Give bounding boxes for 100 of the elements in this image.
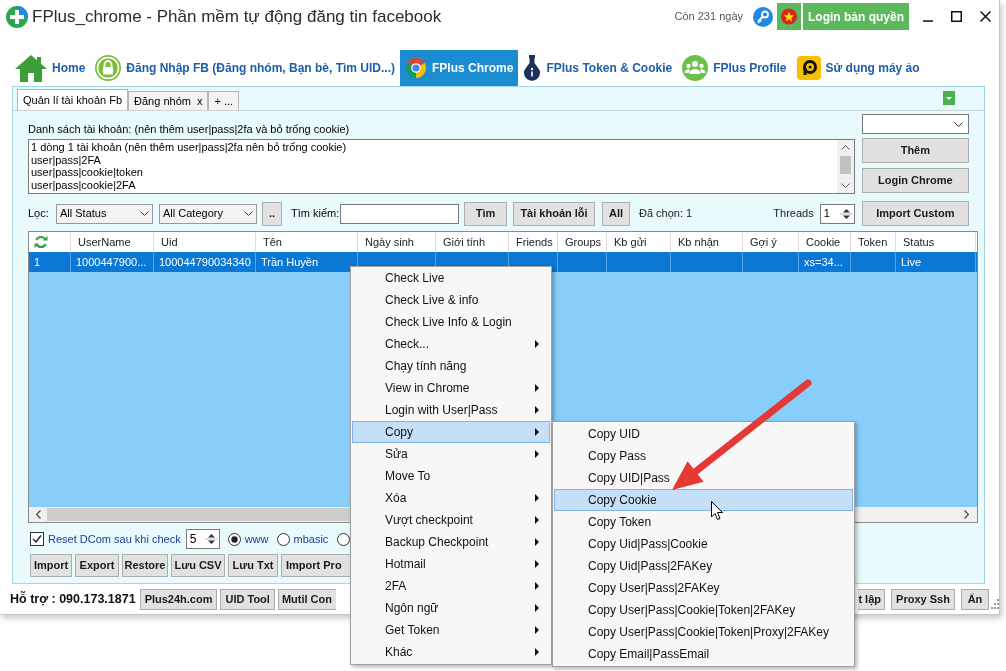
all-button[interactable]: All	[602, 201, 630, 226]
column-header[interactable]: Uid	[161, 233, 178, 251]
add-button[interactable]: Thêm	[861, 138, 969, 163]
menu-item[interactable]: Copy Token	[554, 511, 853, 533]
menu-item[interactable]: Copy Uid|Pass|2FAKey	[554, 555, 853, 577]
menu-item[interactable]: Get Token	[352, 619, 550, 641]
action-button[interactable]: Lưu Txt	[228, 554, 278, 577]
maximize-icon[interactable]	[951, 11, 962, 22]
menu-item[interactable]: Copy	[352, 421, 550, 443]
account-type-select[interactable]	[861, 114, 969, 134]
login-chrome-button[interactable]: Login Chrome	[861, 168, 969, 193]
key-icon[interactable]	[753, 6, 773, 27]
menu-item[interactable]: Ngôn ngữ	[352, 597, 550, 619]
menu-item[interactable]: Check Live & info	[352, 289, 550, 311]
footer-button[interactable]: UID Tool	[220, 589, 275, 610]
scroll-right-icon[interactable]	[964, 510, 969, 519]
action-button[interactable]: Lưu CSV	[171, 554, 225, 577]
sub-tab[interactable]: + ...	[208, 91, 240, 110]
menu-item[interactable]: Check...	[352, 333, 550, 355]
tab-list-button[interactable]	[943, 91, 955, 105]
threads-spinner[interactable]: 1	[819, 203, 855, 224]
error-accounts-button[interactable]: Tài khoản lỗi	[513, 201, 595, 226]
tab-close-text[interactable]: x	[196, 92, 203, 110]
find-button[interactable]: Tìm	[464, 201, 507, 226]
column-header[interactable]: Status	[903, 233, 935, 251]
resize-grip-icon[interactable]	[991, 598, 999, 609]
table-cell-text: 1	[34, 254, 41, 270]
scroll-left-icon[interactable]	[36, 510, 41, 519]
radio-button[interactable]	[227, 532, 241, 546]
scroll-down-icon[interactable]	[840, 183, 850, 188]
sub-tab[interactable]: Đăng nhóm x	[128, 91, 209, 110]
checkbox[interactable]	[30, 532, 44, 546]
menu-item[interactable]: Copy Cookie	[554, 489, 853, 511]
footer-button[interactable]: t lập	[858, 589, 885, 610]
main-tab[interactable]: FPlus Token & Cookie	[518, 50, 678, 86]
column-header[interactable]: Gợi ý	[750, 233, 777, 251]
menu-item[interactable]: Xóa	[352, 487, 550, 509]
menu-item[interactable]: Copy User|Pass|Cookie|Token|2FAKey	[554, 599, 853, 621]
menu-item[interactable]: Sửa	[352, 443, 550, 465]
main-tab[interactable]: Home	[10, 50, 91, 86]
sub-tab[interactable]: Quản lí tài khoản Fb	[17, 89, 129, 110]
menu-item[interactable]: Login with User|Pass	[352, 399, 550, 421]
menu-item[interactable]: 2FA	[352, 575, 550, 597]
footer-button[interactable]: Mutil Con	[277, 589, 336, 610]
column-header[interactable]: Ngày sinh	[365, 233, 414, 251]
footer-button[interactable]: Ẩn	[961, 589, 989, 610]
star-badge-icon[interactable]	[777, 3, 801, 30]
menu-item[interactable]: Copy User|Pass|2FAKey	[554, 577, 853, 599]
column-header[interactable]: Cookie	[806, 233, 841, 251]
category-select[interactable]: All Category	[159, 203, 257, 224]
search-field[interactable]	[340, 203, 459, 224]
column-header[interactable]: Giới tính	[443, 233, 486, 251]
menu-item[interactable]: Move To	[352, 465, 550, 487]
menu-item[interactable]: Backup Checkpoint	[352, 531, 550, 553]
delay-spinner[interactable]: 5	[185, 529, 220, 549]
column-header[interactable]: Kb nhận	[678, 233, 719, 251]
status-select[interactable]: All Status	[56, 203, 153, 224]
column-header[interactable]: Groups	[565, 233, 602, 251]
menu-item[interactable]: View in Chrome	[352, 377, 550, 399]
main-tab[interactable]: Sử dụng máy ảo	[791, 50, 925, 86]
close-icon[interactable]	[980, 11, 991, 22]
column-header[interactable]: Tên	[263, 233, 282, 251]
menu-item[interactable]: Hotmail	[352, 553, 550, 575]
column-header[interactable]: UserName	[78, 233, 131, 251]
checkbox-label[interactable]: Reset DCom sau khi check	[48, 530, 181, 548]
column-header[interactable]: Token	[858, 233, 888, 251]
footer-button[interactable]: Plus24h.com	[139, 589, 218, 610]
action-button[interactable]: Export	[75, 554, 119, 577]
more-button[interactable]: ..	[262, 201, 282, 226]
menu-item[interactable]: Copy Email|PassEmail	[554, 643, 853, 665]
column-header[interactable]: Friends	[516, 233, 553, 251]
menu-item[interactable]: Copy UID|Pass	[554, 467, 853, 489]
import-custom-button[interactable]: Import Custom	[861, 201, 969, 226]
footer-button[interactable]: Proxy Ssh	[891, 589, 955, 610]
spinner-arrows-icon[interactable]	[204, 531, 218, 547]
radio-label[interactable]: mbasic	[293, 530, 329, 548]
menu-item[interactable]: Copy Uid|Pass|Cookie	[554, 533, 853, 555]
vertical-scrollbar[interactable]	[836, 140, 854, 193]
menu-item[interactable]: Copy UID	[554, 423, 853, 445]
menu-item[interactable]: Check Live Info & Login	[352, 311, 550, 333]
action-button[interactable]: Import	[30, 554, 72, 577]
menu-item[interactable]: Khác	[352, 641, 550, 663]
refresh-icon[interactable]	[34, 235, 48, 249]
main-tab[interactable]: Đăng Nhập FB (Đăng nhóm, Bạn bè, Tìm UID...)	[90, 50, 400, 86]
menu-item[interactable]: Copy User|Pass|Cookie|Token|Proxy|2FAKey	[554, 621, 853, 643]
scroll-up-icon[interactable]	[840, 145, 850, 150]
scrollbar-thumb[interactable]	[839, 156, 851, 174]
action-button[interactable]: Import Pro	[281, 554, 350, 577]
menu-item[interactable]: Copy Pass	[554, 445, 853, 467]
main-tab[interactable]: FPlus Profile	[677, 50, 792, 86]
radio-label[interactable]: www	[244, 530, 269, 548]
main-tab[interactable]: FPlus Chrome	[400, 50, 519, 86]
table-row[interactable]: 1 1000447900... 100044790034340 Trần Huyền xs=34... Live	[29, 252, 977, 272]
menu-item[interactable]: Chạy tính năng	[352, 355, 550, 377]
action-button[interactable]: Restore	[122, 554, 168, 577]
radio-button[interactable]	[337, 532, 350, 546]
radio-button[interactable]	[276, 532, 290, 546]
accounts-textarea[interactable]: 1 dòng 1 tài khoản (nên thêm user|pass|2fa nên bỏ trống cookie) user|pass|2FA user|pass|cookie|token user|pass|cookie|2FA	[28, 139, 855, 194]
menu-item[interactable]: Vượt checkpoint	[352, 509, 550, 531]
column-header[interactable]: Kb gửi	[614, 233, 647, 251]
